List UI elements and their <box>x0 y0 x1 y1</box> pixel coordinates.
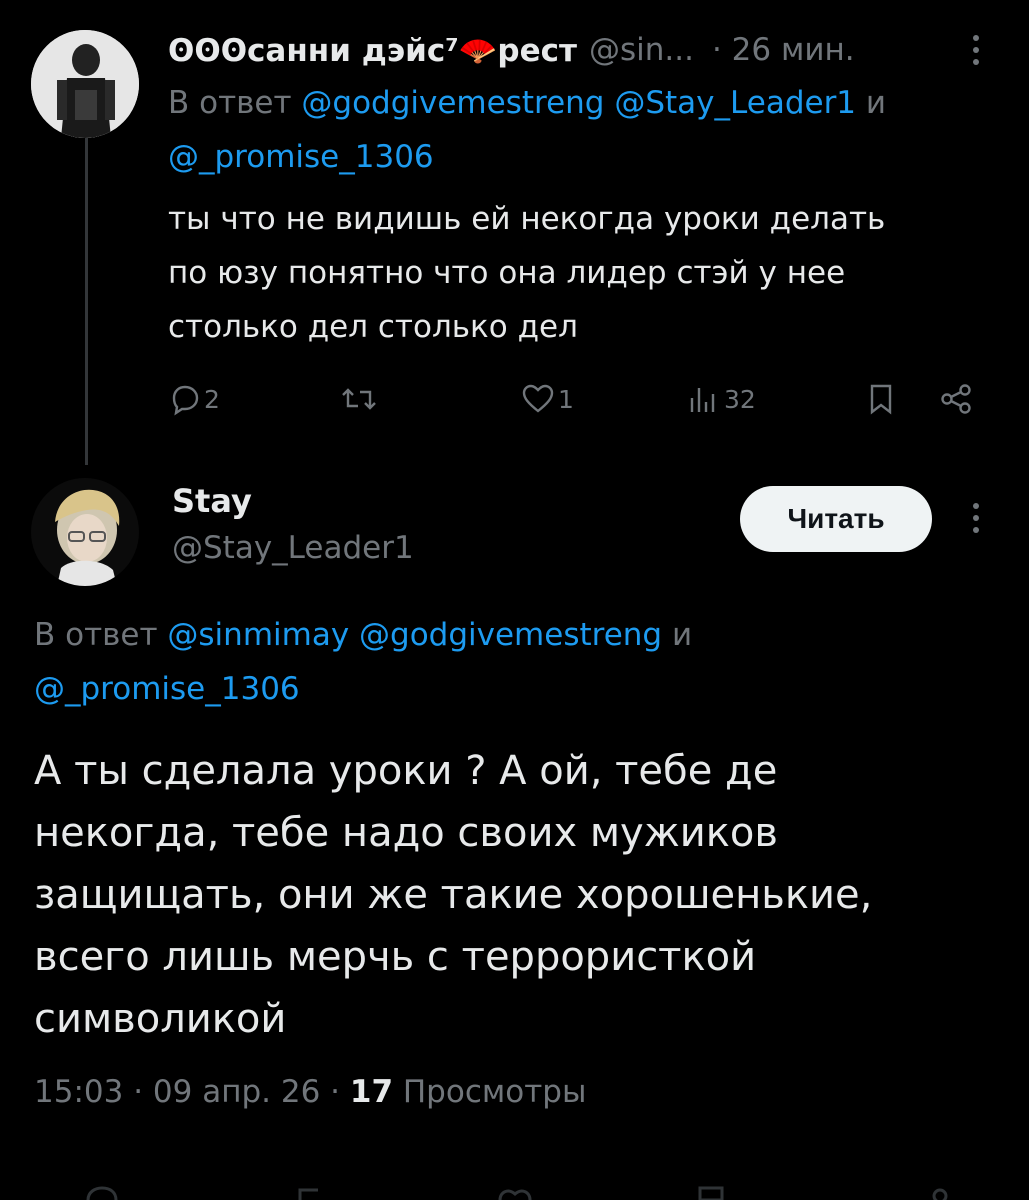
reply-prefix: В ответ <box>168 85 292 121</box>
views-label: Просмотры <box>402 1074 587 1110</box>
tweet-text-line: по юзу понятно что она лидер стэй у нее <box>168 255 846 291</box>
reply-prefix: В ответ <box>34 617 158 653</box>
views-chart-icon <box>690 388 715 412</box>
action-bar-partial <box>0 1180 1029 1200</box>
repost-icon <box>342 388 376 410</box>
tweet-meta: 15:03 · 09 апр. 26 · 17 Просмотры <box>34 1074 586 1110</box>
tweet-text-line: защищать, они же такие хорошенькие, <box>34 872 873 918</box>
avatar[interactable] <box>31 478 139 586</box>
tweet-text-line: всего лишь мерчь с террористкой <box>34 934 757 980</box>
mention-link[interactable]: @godgivemestreng <box>359 617 662 653</box>
bookmark-button[interactable] <box>866 372 896 426</box>
timestamp[interactable]: · 26 мин. <box>712 32 855 68</box>
thread-connector-line <box>85 130 88 465</box>
reply-and: и <box>865 85 887 121</box>
author-name[interactable]: ʘʘʘсанни дэйс⁷🪭рест <box>168 32 577 69</box>
follow-button[interactable]: Читать <box>740 486 932 552</box>
author-name[interactable]: Stay <box>172 482 252 520</box>
tweet-text-line: А ты сделала уроки ? А ой, тебе де <box>34 748 778 794</box>
avatar-photo-icon <box>31 478 139 586</box>
mention-link[interactable]: @Stay_Leader1 <box>614 85 856 121</box>
author-handle[interactable]: @Stay_Leader1 <box>172 530 414 566</box>
reply-button[interactable]: 2 <box>168 372 220 426</box>
mention-link[interactable]: @godgivemestreng <box>301 85 604 121</box>
tweet-text-line: некогда, тебе надо своих мужиков <box>34 810 778 856</box>
tweet-text: А ты сделала уроки ? А ой, тебе де неког… <box>34 740 994 1050</box>
tweet1-header: ʘʘʘсанни дэйс⁷🪭рест @sin... · 26 мин. <box>168 28 988 72</box>
mention-link[interactable]: @sinmimay <box>167 617 349 653</box>
like-button[interactable]: 1 <box>520 372 574 426</box>
tweet-text-line: ты что не видишь ей некогда уроки делать <box>168 201 886 237</box>
tweet-actions: 2 1 32 <box>168 372 988 426</box>
more-options-icon[interactable] <box>962 30 990 70</box>
reply-icon <box>172 385 199 416</box>
views-button[interactable]: 32 <box>688 372 756 426</box>
like-count: 1 <box>558 384 574 414</box>
reply-and: и <box>671 617 693 653</box>
repost-button[interactable] <box>340 372 378 426</box>
author-handle[interactable]: @sin... <box>589 32 694 68</box>
reply-count: 2 <box>204 384 220 414</box>
tweet-text-line: столько дел столько дел <box>168 309 578 345</box>
tweet-text: ты что не видишь ей некогда уроки делать… <box>168 192 988 354</box>
reply-context: В ответ @godgivemestreng @Stay_Leader1 и… <box>168 76 998 184</box>
bookmark-icon <box>870 384 892 415</box>
avatar-photo-icon <box>31 30 139 138</box>
share-button[interactable] <box>938 372 974 426</box>
avatar[interactable] <box>31 30 139 138</box>
views-count: 32 <box>724 384 756 414</box>
share-icon <box>941 384 971 414</box>
timestamp[interactable]: 15:03 · 09 апр. 26 · <box>34 1074 340 1110</box>
more-options-icon[interactable] <box>962 498 990 538</box>
tweet-text-line: символикой <box>34 996 287 1042</box>
mention-link[interactable]: @_promise_1306 <box>34 671 300 707</box>
mention-link[interactable]: @_promise_1306 <box>168 139 434 175</box>
views-count: 17 <box>349 1074 394 1110</box>
heart-icon <box>522 384 554 413</box>
reply-context: В ответ @sinmimay @godgivemestreng и @_p… <box>34 608 994 716</box>
